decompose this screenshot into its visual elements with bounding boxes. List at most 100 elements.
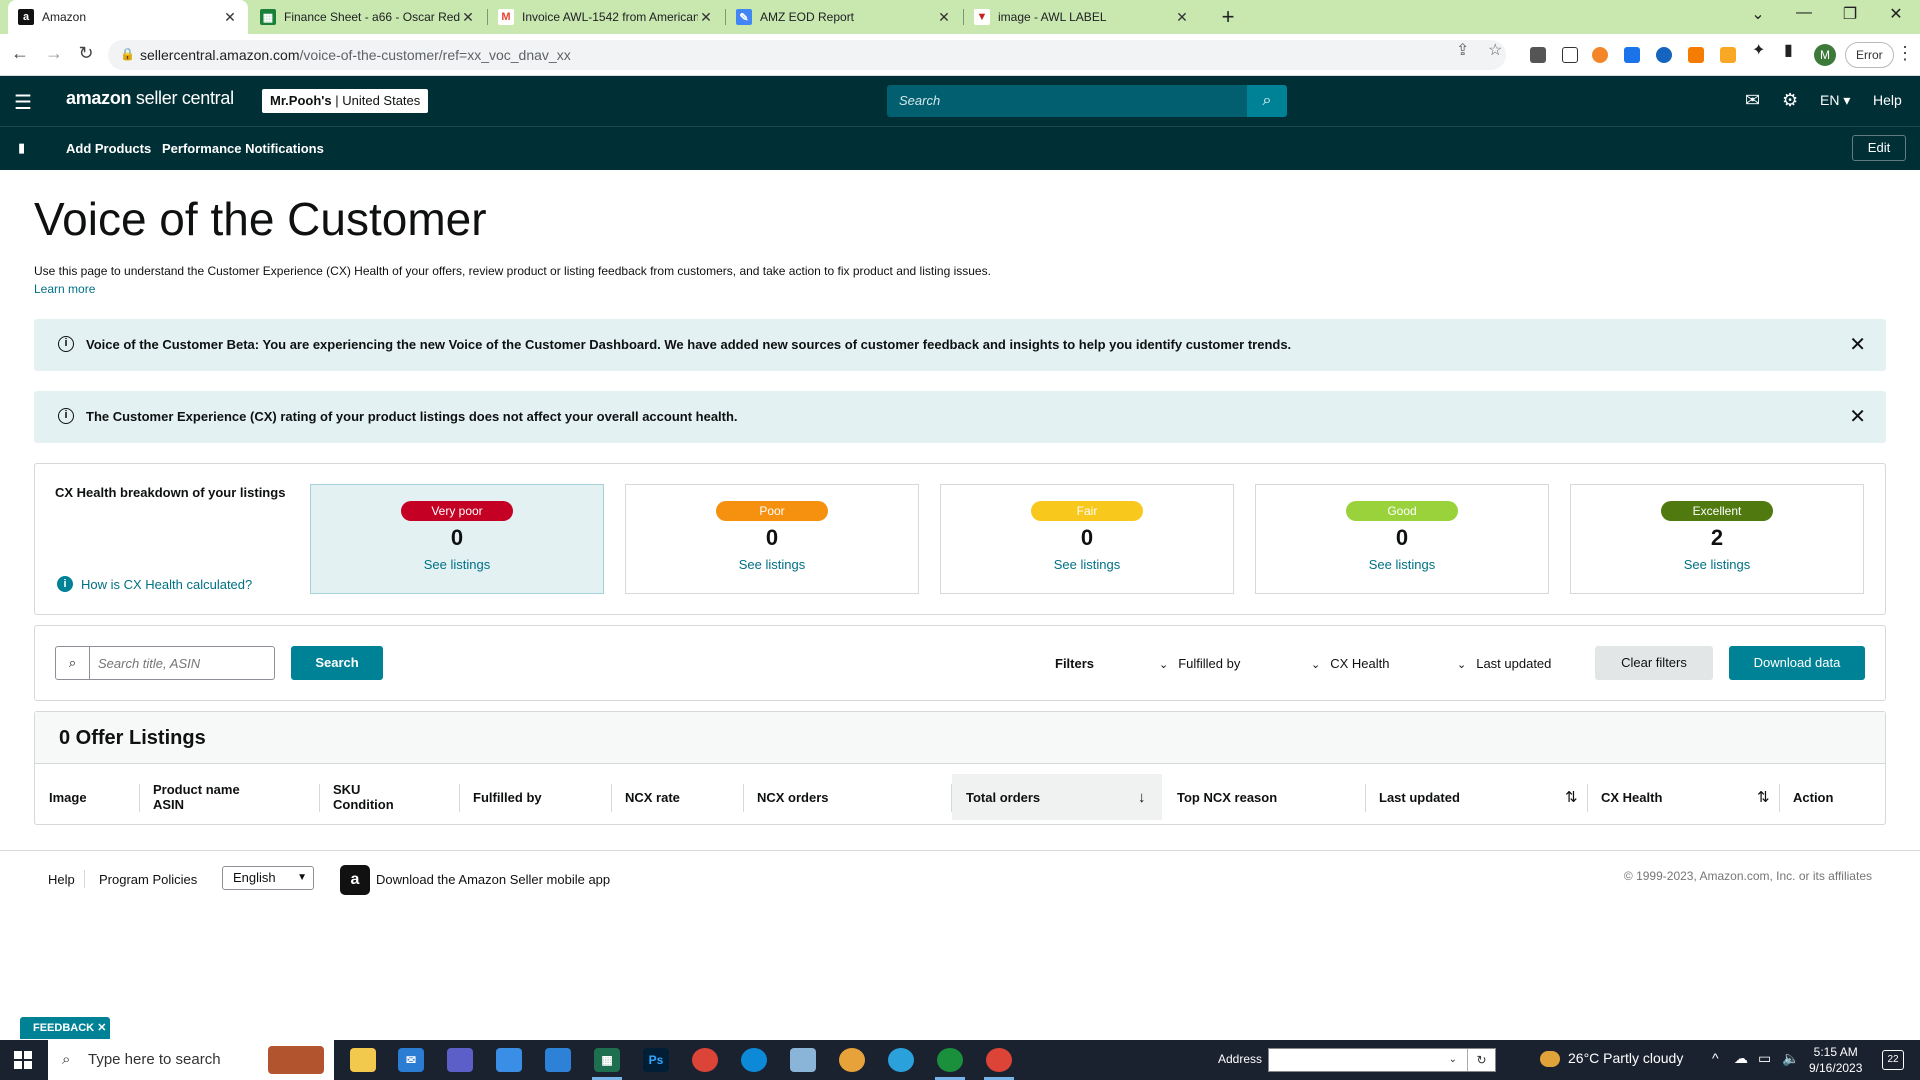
- cx-card-very-poor[interactable]: Very poor 0 See listings: [310, 484, 604, 594]
- download-data-button[interactable]: Download data: [1729, 646, 1865, 680]
- tab-search-icon[interactable]: ⌄: [1738, 4, 1778, 24]
- taskbar-clock[interactable]: 5:15 AM 9/16/2023: [1809, 1044, 1862, 1076]
- mobile-app-link[interactable]: Download the Amazon Seller mobile app: [376, 872, 610, 887]
- see-listings-link[interactable]: See listings: [1256, 557, 1548, 572]
- col-product-name[interactable]: Product name ASIN: [153, 774, 240, 820]
- cx-card-good[interactable]: Good 0 See listings: [1255, 484, 1549, 594]
- extension-cursor-icon[interactable]: [1562, 47, 1578, 63]
- sort-icon[interactable]: ⇅: [1757, 788, 1770, 806]
- last-updated-dropdown[interactable]: ⌄ Last updated: [1457, 656, 1551, 671]
- extension-orange-icon[interactable]: [1592, 47, 1608, 63]
- windows-start-icon[interactable]: [14, 1051, 32, 1069]
- close-icon[interactable]: ✕: [97, 1022, 106, 1034]
- address-bar[interactable]: 🔒 sellercentral.amazon.com/voice-of-the-…: [108, 40, 1506, 70]
- col-total-orders[interactable]: Total orders ↓: [952, 774, 1162, 820]
- see-listings-link[interactable]: See listings: [311, 557, 603, 572]
- tab-amz-eod-report[interactable]: ✎ AMZ EOD Report ✕: [726, 0, 962, 34]
- extension-a-icon[interactable]: [1720, 47, 1736, 63]
- settings-gear-icon[interactable]: ⚙: [1782, 90, 1798, 111]
- side-panel-icon[interactable]: ▮: [1784, 40, 1793, 60]
- show-hidden-icons-icon[interactable]: ^: [1712, 1050, 1719, 1066]
- cx-card-poor[interactable]: Poor 0 See listings: [625, 484, 919, 594]
- cx-card-excellent[interactable]: Excellent 2 See listings: [1570, 484, 1864, 594]
- close-window-icon[interactable]: ✕: [1876, 4, 1916, 24]
- col-cx-health[interactable]: CX Health ⇅: [1601, 774, 1779, 820]
- cx-health-help-link[interactable]: i How is CX Health calculated?: [57, 576, 252, 592]
- forward-icon[interactable]: →: [42, 43, 66, 64]
- see-listings-link[interactable]: See listings: [941, 557, 1233, 572]
- file-explorer-icon[interactable]: [350, 1048, 376, 1072]
- cx-card-fair[interactable]: Fair 0 See listings: [940, 484, 1234, 594]
- mail-app-icon[interactable]: ✉: [398, 1048, 424, 1072]
- taskbar-search[interactable]: ⌕ Type here to search: [48, 1040, 334, 1080]
- nav-add-products[interactable]: Add Products: [66, 141, 151, 156]
- edit-button[interactable]: Edit: [1852, 135, 1906, 161]
- paint-app-icon[interactable]: [839, 1048, 865, 1072]
- close-tab-icon[interactable]: ✕: [1174, 9, 1190, 26]
- feedback-button[interactable]: FEEDBACK ✕: [20, 1017, 110, 1039]
- profile-avatar[interactable]: M: [1814, 44, 1836, 66]
- cx-health-dropdown[interactable]: ⌄ CX Health: [1311, 656, 1389, 671]
- tab-finance-sheet[interactable]: ▦ Finance Sheet - a66 - Oscar Reddy ✕: [250, 0, 486, 34]
- search-button[interactable]: Search: [291, 646, 383, 680]
- store-switcher[interactable]: Mr.Pooh's | United States: [262, 89, 429, 113]
- bookmark-icon[interactable]: ▮: [18, 140, 25, 156]
- control-panel-icon[interactable]: [545, 1048, 571, 1072]
- program-policies-link[interactable]: Program Policies: [99, 872, 197, 887]
- hamburger-menu-icon[interactable]: ☰: [14, 90, 32, 115]
- seller-central-logo[interactable]: amazon seller central: [66, 88, 234, 109]
- weather-widget[interactable]: 26°C Partly cloudy: [1540, 1050, 1683, 1068]
- new-tab-icon[interactable]: +: [1215, 4, 1241, 30]
- bookmark-star-icon[interactable]: ☆: [1488, 40, 1502, 60]
- listing-search-field[interactable]: ⌕: [55, 646, 275, 680]
- tab-invoice[interactable]: M Invoice AWL-1542 from American ✕: [488, 0, 724, 34]
- photoshop-icon[interactable]: Ps: [643, 1048, 669, 1072]
- restore-icon[interactable]: ❐: [1830, 4, 1870, 24]
- see-listings-link[interactable]: See listings: [1571, 557, 1863, 572]
- address-toolbar-input[interactable]: ⌄ ↻: [1268, 1048, 1496, 1072]
- onedrive-icon[interactable]: ☁: [1734, 1050, 1748, 1067]
- minimize-icon[interactable]: —: [1784, 4, 1824, 22]
- back-icon[interactable]: ←: [8, 43, 32, 64]
- notepad-icon[interactable]: [790, 1048, 816, 1072]
- col-last-updated[interactable]: Last updated ⇅: [1379, 774, 1589, 820]
- close-icon[interactable]: ✕: [1849, 332, 1866, 357]
- error-button[interactable]: Error: [1845, 42, 1894, 68]
- extensions-puzzle-icon[interactable]: ✦: [1752, 40, 1765, 60]
- extension-zap-icon[interactable]: [1624, 47, 1640, 63]
- cortana-icon[interactable]: [447, 1048, 473, 1072]
- extension-js-icon[interactable]: [1688, 47, 1704, 63]
- volume-icon[interactable]: 🔈: [1782, 1050, 1799, 1067]
- sort-descending-icon[interactable]: ↓: [1138, 789, 1146, 806]
- help-link[interactable]: Help: [1873, 92, 1902, 108]
- edge-icon[interactable]: [741, 1048, 767, 1072]
- calculator-icon[interactable]: ▦: [594, 1048, 620, 1072]
- extension-blue-icon[interactable]: [1656, 47, 1672, 63]
- listing-search-input[interactable]: [90, 647, 270, 679]
- close-tab-icon[interactable]: ✕: [698, 9, 714, 26]
- fulfilled-by-dropdown[interactable]: ⌄ Fulfilled by: [1159, 656, 1240, 671]
- store-icon[interactable]: [496, 1048, 522, 1072]
- go-icon[interactable]: ↻: [1467, 1049, 1495, 1071]
- telegram-icon[interactable]: [888, 1048, 914, 1072]
- see-listings-link[interactable]: See listings: [626, 557, 918, 572]
- tab-awl-label[interactable]: ▼ image - AWL LABEL ✕: [964, 0, 1200, 34]
- browser-menu-icon[interactable]: ⋮: [1896, 43, 1914, 64]
- amazon-app-icon[interactable]: a: [340, 865, 370, 895]
- footer-help-link[interactable]: Help: [48, 872, 75, 887]
- col-ncx-orders[interactable]: NCX orders ⇅: [757, 774, 972, 820]
- language-selector[interactable]: EN ▾: [1820, 92, 1850, 109]
- network-icon[interactable]: ▭: [1758, 1050, 1771, 1067]
- chrome-profile-2-icon[interactable]: [986, 1048, 1012, 1072]
- sort-icon[interactable]: ⇅: [1565, 788, 1578, 806]
- extension-off-icon[interactable]: [1530, 47, 1546, 63]
- chrome-icon[interactable]: [692, 1048, 718, 1072]
- reload-icon[interactable]: ↻: [74, 43, 98, 64]
- tab-amazon[interactable]: a Amazon ✕: [8, 0, 248, 34]
- close-tab-icon[interactable]: ✕: [222, 9, 238, 26]
- header-search-button[interactable]: ⌕: [1247, 85, 1287, 117]
- share-icon[interactable]: ⇪: [1456, 40, 1469, 60]
- learn-more-link[interactable]: Learn more: [34, 282, 95, 296]
- close-icon[interactable]: ✕: [1849, 404, 1866, 429]
- chrome-profile-icon[interactable]: [937, 1048, 963, 1072]
